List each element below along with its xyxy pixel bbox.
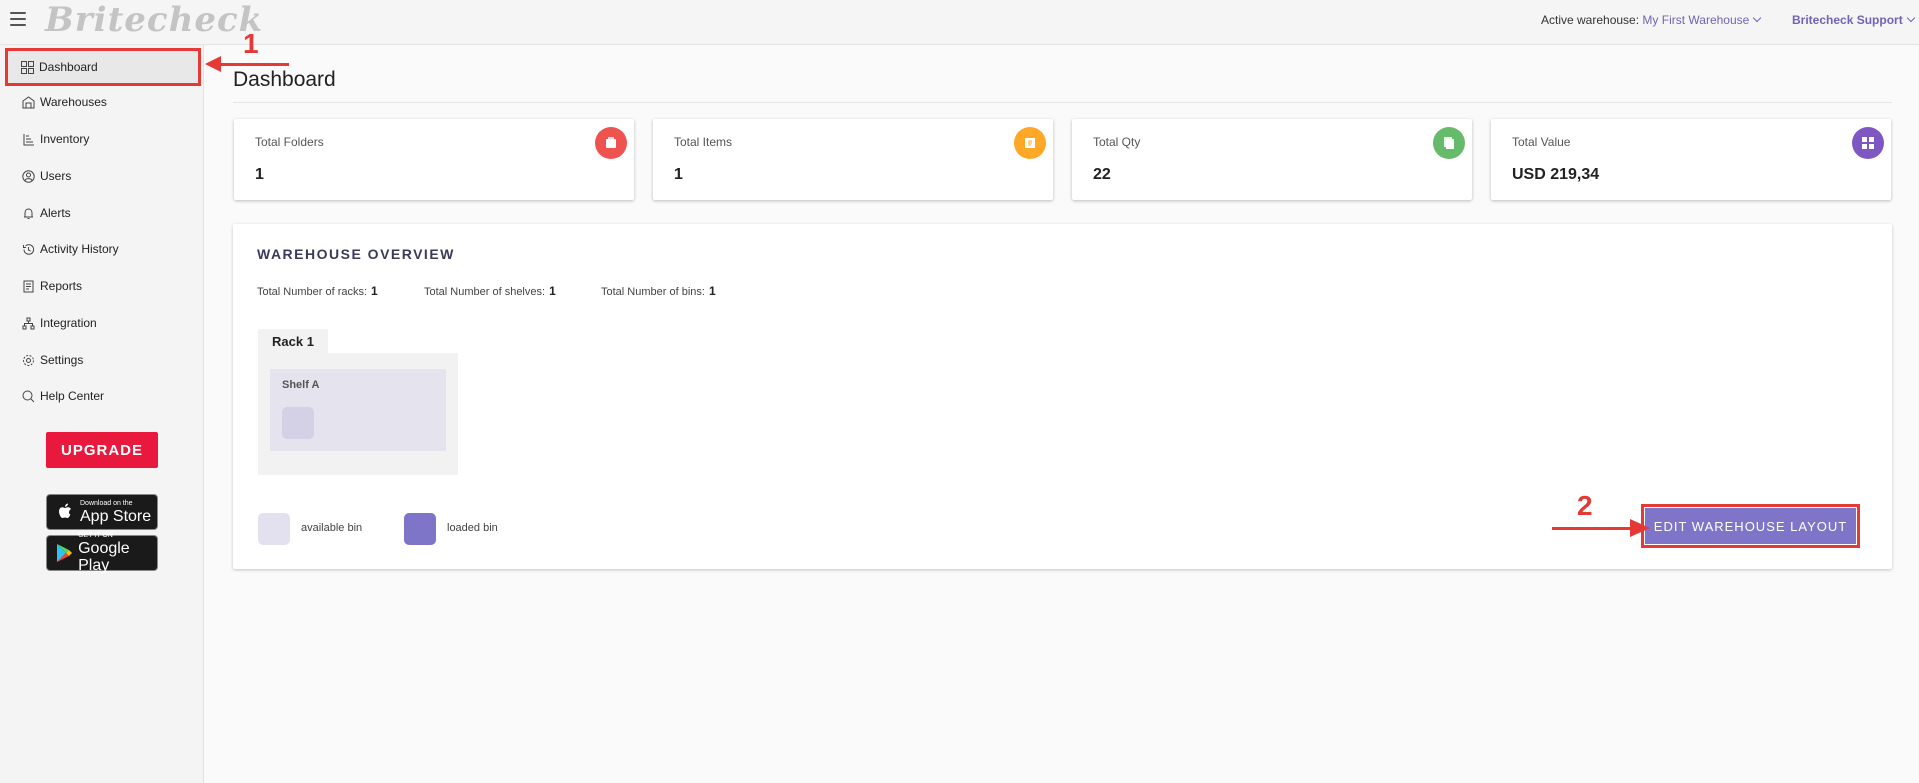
inventory-icon <box>21 132 35 146</box>
overview-title: WAREHOUSE OVERVIEW <box>257 246 455 262</box>
page-title: Dashboard <box>233 68 336 91</box>
stat-label: Total Qty <box>1093 135 1141 149</box>
google-play-badge[interactable]: GET IT ON Google Play <box>46 532 158 574</box>
annotation-arrow-2 <box>1552 527 1632 530</box>
bins-value: 1 <box>708 284 716 298</box>
active-warehouse-selector[interactable]: Active warehouse: My First Warehouse <box>1541 13 1762 27</box>
edit-warehouse-layout-button[interactable]: EDIT WAREHOUSE LAYOUT <box>1641 504 1860 548</box>
stat-value: 1 <box>674 166 683 183</box>
sidebar-item-activity-history[interactable]: Activity History <box>8 234 198 264</box>
warehouse-overview-card: WAREHOUSE OVERVIEW Total Number of racks… <box>233 224 1892 569</box>
upgrade-button[interactable]: UPGRADE <box>46 432 158 468</box>
chevron-down-icon <box>1906 13 1915 23</box>
copy-icon <box>1433 127 1465 159</box>
google-play-small: GET IT ON <box>78 532 113 539</box>
sidebar-item-inventory[interactable]: Inventory <box>8 124 198 154</box>
sidebar-item-alerts[interactable]: Alerts <box>8 198 198 228</box>
rack-body: Shelf A <box>258 353 458 475</box>
google-play-big: Google Play <box>78 540 130 574</box>
shelf[interactable]: Shelf A <box>270 369 446 451</box>
shelves-count: Total Number of shelves: 1 <box>424 284 556 298</box>
apple-icon <box>55 501 75 523</box>
sidebar-item-label: Integration <box>40 316 97 330</box>
app-store-badge[interactable]: Download on the App Store <box>46 494 158 530</box>
sidebar-item-label: Warehouses <box>40 95 107 109</box>
stat-label: Total Value <box>1512 135 1571 149</box>
top-bar: Britecheck Active warehouse: My First Wa… <box>0 0 1919 45</box>
sidebar-item-dashboard[interactable]: Dashboard <box>5 48 201 86</box>
shelves-value: 1 <box>549 284 556 298</box>
sidebar-item-integration[interactable]: Integration <box>8 308 198 338</box>
racks-label: Total Number of racks: <box>257 286 368 298</box>
stat-value: USD 219,34 <box>1512 166 1600 183</box>
users-icon <box>21 169 35 183</box>
bell-icon <box>21 206 35 220</box>
sidebar: Dashboard Warehouses Inventory Users Ale… <box>0 45 204 783</box>
stat-card-total-folders: Total Folders 1 <box>234 119 634 200</box>
annotation-number-1: 1 <box>243 28 259 59</box>
sidebar-item-label: Help Center <box>40 389 105 403</box>
stat-label: Total Folders <box>255 135 324 149</box>
legend-available-swatch <box>258 513 290 545</box>
support-label[interactable]: Britecheck Support <box>1792 13 1903 27</box>
app-store-small: Download on the <box>80 499 133 507</box>
sidebar-item-label: Activity History <box>40 242 119 256</box>
logo[interactable]: Britecheck <box>45 0 263 40</box>
play-icon <box>55 542 73 564</box>
divider <box>233 102 1892 103</box>
active-warehouse-value[interactable]: My First Warehouse <box>1642 13 1749 27</box>
folder-icon <box>595 127 627 159</box>
dashboard-icon <box>20 60 34 74</box>
sidebar-item-label: Alerts <box>40 206 71 220</box>
app-store-big: App Store <box>80 507 152 525</box>
integration-icon <box>21 316 35 330</box>
bin[interactable] <box>282 407 314 439</box>
item-icon <box>1014 127 1046 159</box>
sidebar-item-label: Users <box>40 169 72 183</box>
legend-loaded-label: loaded bin <box>447 522 498 534</box>
sidebar-item-label: Inventory <box>40 132 90 146</box>
legend-loaded-swatch <box>404 513 436 545</box>
stat-card-total-items: Total Items 1 <box>653 119 1053 200</box>
sidebar-item-label: Reports <box>40 279 83 293</box>
annotation-arrow-1 <box>219 63 289 66</box>
sidebar-item-help-center[interactable]: Help Center <box>8 381 198 411</box>
sidebar-item-settings[interactable]: Settings <box>8 345 198 375</box>
sidebar-item-reports[interactable]: Reports <box>8 271 198 301</box>
legend-available-label: available bin <box>301 522 363 534</box>
help-icon <box>21 389 35 403</box>
sidebar-item-label: Dashboard <box>39 60 98 74</box>
stat-value: 22 <box>1093 166 1111 183</box>
racks-value: 1 <box>371 284 378 298</box>
gear-icon <box>21 353 35 367</box>
chevron-down-icon <box>1753 13 1762 23</box>
racks-count: Total Number of racks: 1 <box>257 284 378 298</box>
stat-card-total-value: Total Value USD 219,34 <box>1491 119 1891 200</box>
bins-label: Total Number of bins: <box>601 286 705 298</box>
rack-tab[interactable]: Rack 1 <box>258 329 328 353</box>
warehouse-icon <box>21 95 35 109</box>
value-icon <box>1852 127 1884 159</box>
sidebar-item-label: Settings <box>40 353 84 367</box>
annotation-number-2: 2 <box>1577 490 1593 521</box>
bins-count: Total Number of bins: 1 <box>601 284 716 298</box>
stat-card-total-qty: Total Qty 22 <box>1072 119 1472 200</box>
stat-value: 1 <box>255 166 264 183</box>
active-warehouse-label: Active warehouse: <box>1541 13 1640 27</box>
stat-label: Total Items <box>674 135 733 149</box>
menu-icon[interactable] <box>10 12 26 26</box>
shelf-label: Shelf A <box>282 379 320 391</box>
sidebar-item-warehouses[interactable]: Warehouses <box>8 87 198 117</box>
annotation-arrow-2-head <box>1630 519 1650 537</box>
support-menu[interactable]: Britecheck Support <box>1792 13 1915 27</box>
shelves-label: Total Number of shelves: <box>424 286 546 298</box>
history-icon <box>21 242 35 256</box>
report-icon <box>21 279 35 293</box>
sidebar-item-users[interactable]: Users <box>8 161 198 191</box>
